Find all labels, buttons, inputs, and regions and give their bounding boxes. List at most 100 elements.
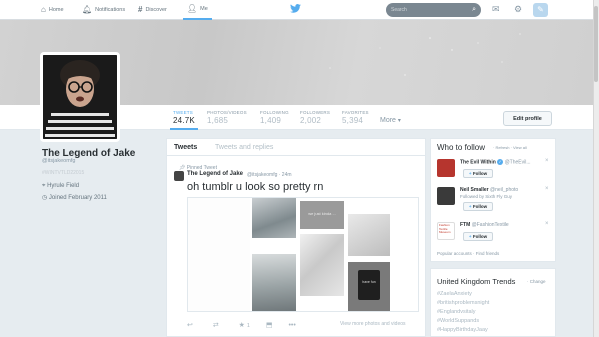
top-navigation-bar: ⌂ Home 🔔︎ Notifications # Discover 👤︎ Me… bbox=[0, 0, 593, 20]
who-to-follow-panel: Who to follow · Refresh · View all The E… bbox=[430, 138, 556, 262]
stat-following[interactable]: FOLLOWING 1,409 bbox=[260, 110, 289, 125]
location-pin-icon: ⌖ bbox=[42, 183, 46, 189]
trend-item[interactable]: #ZaelaAnxiety bbox=[437, 291, 472, 297]
retweet-icon[interactable]: ⇄ bbox=[213, 322, 219, 329]
who-to-follow-title: Who to follow bbox=[437, 143, 486, 152]
suggestion-avatar[interactable] bbox=[437, 187, 455, 205]
suggestion-handle: @TheEvil... bbox=[504, 159, 531, 166]
suggestion-name-text: The Evil Within bbox=[460, 159, 496, 166]
nav-me-label: Me bbox=[200, 6, 208, 12]
compose-tweet-button[interactable]: ✎ bbox=[533, 3, 548, 17]
who-to-follow-links[interactable]: Popular accounts · Find friends bbox=[437, 251, 499, 256]
reply-icon[interactable]: ↩ bbox=[187, 322, 193, 329]
trend-item[interactable]: #britishproblemsnight bbox=[437, 300, 489, 306]
stat-tweets-label: TWEETS bbox=[173, 110, 193, 115]
profile-hashtag[interactable]: #WINTVTLD22015 bbox=[42, 170, 84, 176]
tweet-photo-grid[interactable]: ▪▪▪▪▪ ▪▪▪▪▪▪▪▪ ▪▪▪ we just kinda ... hav… bbox=[187, 197, 419, 312]
tweet-avatar[interactable] bbox=[174, 171, 184, 181]
search-placeholder: Search bbox=[391, 7, 407, 13]
search-input[interactable]: Search ⌕ bbox=[386, 3, 481, 17]
search-icon[interactable]: ⌕ bbox=[472, 3, 476, 17]
avatar-photo bbox=[43, 55, 117, 139]
envelope-icon[interactable]: ✉ bbox=[492, 4, 500, 15]
stat-followers-label: FOLLOWERS bbox=[300, 110, 331, 115]
suggestion-name[interactable]: FTM @FashionTextile bbox=[460, 222, 509, 228]
follow-button[interactable]: + Follow bbox=[463, 232, 493, 241]
photo-shirt[interactable]: have fun bbox=[348, 262, 390, 311]
photo-misty-forest[interactable] bbox=[252, 198, 296, 238]
stat-followers-value: 2,002 bbox=[300, 116, 322, 125]
photo-sign-text: we just kinda ... bbox=[308, 211, 336, 216]
follow-button[interactable]: + Follow bbox=[463, 202, 493, 211]
nav-notifications[interactable]: 🔔︎ Notifications bbox=[82, 0, 125, 20]
photo-paper[interactable] bbox=[348, 214, 390, 256]
follow-label: Follow bbox=[472, 234, 488, 239]
hash-icon: # bbox=[138, 5, 143, 14]
suggestion-name-text: Neil Smaller bbox=[460, 187, 489, 193]
trend-item[interactable]: #Englandvsitaly bbox=[437, 309, 476, 315]
follow-person-icon: + bbox=[468, 171, 472, 176]
follow-label: Follow bbox=[472, 204, 488, 209]
view-more-photos-link[interactable]: View more photos and videos bbox=[340, 321, 406, 327]
trends-title: United Kingdom Trends bbox=[437, 277, 516, 286]
twitter-bird-icon[interactable] bbox=[290, 4, 301, 16]
gear-icon[interactable]: ⚙ bbox=[514, 4, 522, 15]
dismiss-icon[interactable]: × bbox=[545, 221, 549, 227]
tweets-timeline: Tweets Tweets and replies 📌︎ Pinned Twee… bbox=[166, 138, 426, 337]
profile-avatar[interactable] bbox=[40, 52, 120, 142]
stat-favorites-label: FAVORITES bbox=[342, 110, 369, 115]
stat-tweets[interactable]: TWEETS 24.7K bbox=[170, 110, 198, 130]
tweet-author-name[interactable]: The Legend of Jake bbox=[187, 171, 243, 177]
dismiss-icon[interactable]: × bbox=[545, 158, 549, 164]
profile-joined: ◷ Joined February 2011 bbox=[42, 194, 107, 201]
stat-followers[interactable]: FOLLOWERS 2,002 bbox=[300, 110, 330, 125]
stat-photos-videos[interactable]: PHOTOS/VIDEOS 1,685 bbox=[207, 110, 247, 125]
who-to-follow-actions[interactable]: · Refresh · View all bbox=[493, 145, 527, 150]
trend-item[interactable]: #HappyBirthdayJaay bbox=[437, 327, 488, 333]
stat-favorites[interactable]: FAVORITES 5,394 bbox=[342, 110, 369, 125]
tab-tweets-and-replies[interactable]: Tweets and replies bbox=[215, 144, 273, 151]
trend-item[interactable]: #WorldSuppands bbox=[437, 318, 479, 324]
person-icon: 👤︎ bbox=[187, 4, 198, 13]
follow-person-icon: + bbox=[468, 234, 472, 239]
nav-discover[interactable]: # Discover bbox=[138, 0, 167, 20]
photo-bed-sheets[interactable] bbox=[300, 234, 344, 296]
nav-home[interactable]: ⌂ Home bbox=[41, 0, 64, 20]
nav-discover-label: Discover bbox=[145, 7, 167, 13]
nav-me[interactable]: 👤︎ Me bbox=[183, 0, 212, 20]
dismiss-icon[interactable]: × bbox=[545, 186, 549, 192]
profile-location: ⌖ Hyrule Field bbox=[42, 183, 79, 190]
bell-icon: 🔔︎ bbox=[82, 5, 93, 14]
follow-button[interactable]: + Follow bbox=[463, 169, 493, 178]
favorite-icon[interactable]: ★ bbox=[239, 322, 245, 329]
calendar-icon: ◷ bbox=[42, 195, 48, 201]
trends-panel: United Kingdom Trends · Change #ZaelaAnx… bbox=[430, 268, 556, 337]
stat-tweets-value: 24.7K bbox=[173, 116, 195, 125]
stat-photos-value: 1,685 bbox=[207, 116, 229, 125]
photo-text-post[interactable] bbox=[188, 198, 250, 311]
photo-foggy-trees[interactable] bbox=[252, 254, 296, 311]
more-options-icon[interactable]: ••• bbox=[288, 322, 295, 329]
stat-photos-label: PHOTOS/VIDEOS bbox=[207, 110, 247, 115]
tab-tweets[interactable]: Tweets bbox=[174, 144, 197, 151]
tweet-text: oh tumblr u look so pretty rn bbox=[187, 181, 324, 193]
trends-change-link[interactable]: · Change bbox=[527, 279, 546, 284]
scrollbar-thumb[interactable] bbox=[594, 6, 598, 82]
tweet-author-meta[interactable]: @itsjakeomfg · 24m bbox=[247, 172, 292, 178]
stat-following-label: FOLLOWING bbox=[260, 110, 289, 115]
more-menu-button[interactable]: More ▾ bbox=[380, 117, 401, 124]
house-icon: ⌂ bbox=[41, 5, 46, 14]
follow-person-icon: + bbox=[468, 204, 472, 209]
photo-sign[interactable]: we just kinda ... bbox=[300, 201, 344, 229]
suggestion-name[interactable]: Neil Smaller @neil_photo bbox=[460, 187, 518, 193]
favorite-count: 1 bbox=[246, 323, 250, 329]
shirt-print: have fun bbox=[358, 270, 380, 300]
suggestion-avatar[interactable]: Fashion Textile Museum bbox=[437, 222, 455, 240]
nav-home-label: Home bbox=[48, 7, 64, 13]
pocket-icon[interactable]: ⬒ bbox=[266, 322, 273, 329]
suggestion-name[interactable]: The Evil Within ✓ @TheEvil... bbox=[460, 159, 531, 165]
edit-profile-button[interactable]: Edit profile bbox=[503, 111, 552, 126]
suggestion-avatar[interactable] bbox=[437, 159, 455, 177]
profile-handle[interactable]: @itsjakeomfg bbox=[42, 158, 75, 164]
timeline-tabs: Tweets Tweets and replies bbox=[167, 139, 425, 156]
